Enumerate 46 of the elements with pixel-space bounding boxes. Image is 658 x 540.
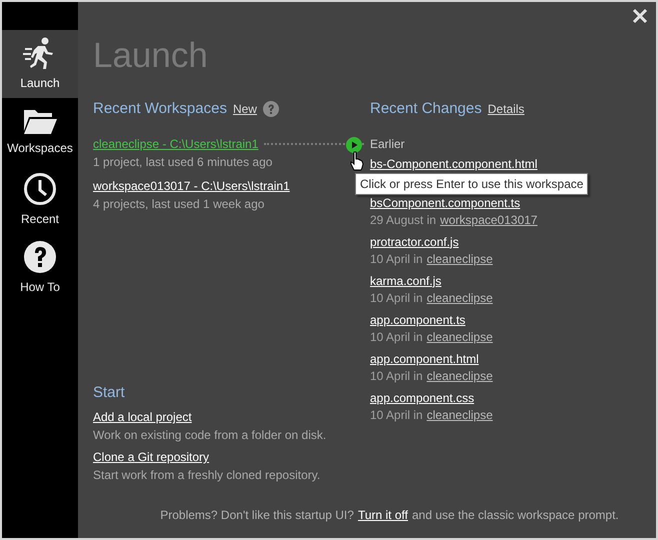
workspace-link[interactable]: cleaneclipse - C:\Users\lstrain1 bbox=[93, 134, 258, 152]
help-icon[interactable] bbox=[262, 101, 279, 118]
change-date: 10 April in bbox=[370, 368, 423, 384]
file-link[interactable]: app.component.css bbox=[370, 390, 474, 406]
start-description: Start work from a freshly cloned repository. bbox=[93, 467, 322, 484]
file-link[interactable]: bsComponent.component.ts bbox=[370, 194, 520, 212]
workspace-link[interactable]: cleaneclipse bbox=[426, 368, 493, 384]
workspace-link[interactable]: cleaneclipse bbox=[426, 250, 493, 268]
start-link[interactable]: Clone a Git repository bbox=[93, 448, 210, 466]
section-heading: Start bbox=[93, 382, 125, 402]
folder-icon bbox=[23, 107, 57, 135]
workspace-link[interactable]: cleaneclipse bbox=[426, 328, 493, 346]
start-description: Work on existing code from a folder on disk. bbox=[93, 427, 328, 444]
close-button[interactable] bbox=[630, 6, 650, 26]
hand-cursor-icon bbox=[350, 151, 364, 171]
clock-icon bbox=[23, 172, 57, 206]
section-heading: Recent Workspaces bbox=[93, 99, 227, 119]
turn-off-link[interactable]: Turn it off bbox=[358, 506, 408, 524]
change-date: 10 April in bbox=[370, 290, 423, 306]
sidebar-item[interactable]: Launch bbox=[2, 30, 78, 98]
section-heading: Recent Changes bbox=[370, 99, 482, 119]
start-link[interactable]: Add a local project bbox=[93, 408, 192, 426]
workspace-link[interactable]: cleaneclipse bbox=[426, 406, 493, 424]
file-link[interactable]: protractor.conf.js bbox=[370, 234, 459, 250]
workspace-link[interactable]: workspace013017 bbox=[440, 212, 538, 228]
footer-text: and use the classic workspace prompt. bbox=[412, 507, 619, 524]
workspace-detail: 1 project, last used 6 minutes ago bbox=[93, 154, 272, 170]
play-icon[interactable] bbox=[346, 137, 362, 153]
change-date: 29 August in bbox=[370, 212, 436, 228]
change-date: 10 April in bbox=[370, 406, 423, 424]
footer-text: Problems? Don't like this startup UI? bbox=[160, 507, 354, 524]
details-link[interactable]: Details bbox=[488, 100, 524, 118]
help-icon bbox=[23, 240, 57, 274]
file-link[interactable]: app.component.html bbox=[370, 350, 479, 368]
workspace-link[interactable]: cleaneclipse bbox=[426, 290, 493, 306]
close-icon bbox=[632, 8, 648, 24]
workspace-link[interactable]: workspace013017 - C:\Users\lstrain1 bbox=[93, 176, 290, 194]
tooltip: Click or press Enter to use this workspace bbox=[355, 173, 588, 195]
change-date: 10 April in bbox=[370, 328, 423, 346]
new-link[interactable]: New bbox=[232, 100, 257, 118]
change-date: 10 April in bbox=[370, 250, 423, 268]
group-label: Earlier bbox=[370, 136, 405, 152]
file-link[interactable]: bs-Component.component.html bbox=[370, 156, 538, 172]
file-link[interactable]: app.component.ts bbox=[370, 312, 466, 328]
workspace-detail: 4 projects, last used 1 week ago bbox=[93, 196, 264, 212]
file-link[interactable]: karma.conf.js bbox=[370, 272, 442, 290]
